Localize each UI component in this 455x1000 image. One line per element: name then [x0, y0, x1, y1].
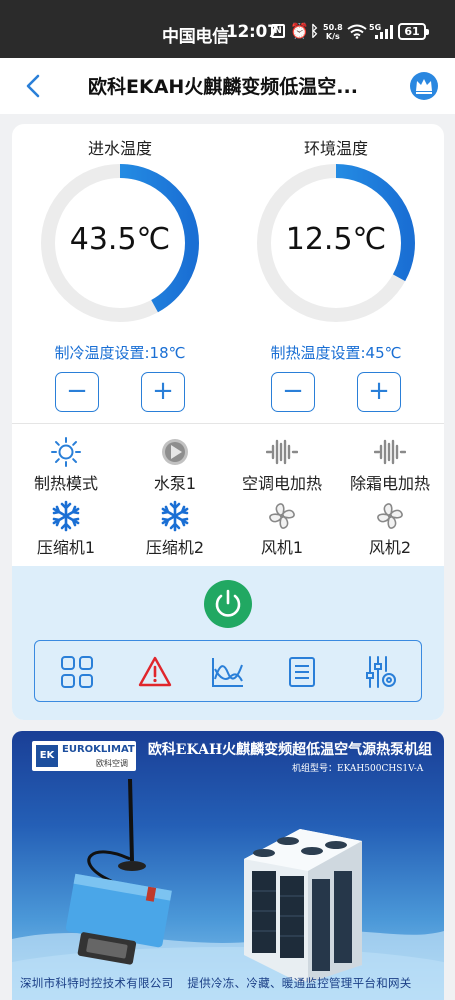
- snowflake-icon: [52, 500, 80, 532]
- bluetooth-icon: ᛒ: [310, 22, 320, 40]
- alarm-icon[interactable]: [137, 655, 173, 689]
- banner-footer: 深圳市科特时控技术有限公司 提供冷冻、冷藏、暖通监控管理平台和网关: [20, 975, 440, 991]
- banner-title: 欧科EKAH火麒麟变频超低温空气源热泵机组: [147, 742, 433, 758]
- euroklimat-logo: EK EUROKLIMAT 欧科空调: [32, 741, 136, 771]
- status-fan-1: 风机1: [232, 500, 332, 558]
- cooling-setpoint-increase-button[interactable]: +: [141, 372, 185, 412]
- grid-icon[interactable]: [59, 655, 95, 689]
- status-label: 制热模式: [33, 474, 98, 493]
- status-defrost-electric-heater: 除霜电加热: [340, 436, 440, 494]
- battery-level: 61: [404, 25, 420, 38]
- heater-icon: [266, 439, 298, 465]
- product-banner: EK EUROKLIMAT 欧科空调 欧科EKAH火麒麟变频超低温空气源热泵机组…: [12, 731, 444, 1000]
- heater-icon: [374, 439, 406, 465]
- logo-brand: EUROKLIMAT: [62, 744, 135, 755]
- nfc-icon: N: [271, 24, 285, 38]
- service-description: 提供冷冻、冷藏、暖通监控管理平台和网关: [187, 976, 412, 990]
- fan-icon: [377, 503, 403, 529]
- back-arrow-icon[interactable]: [22, 72, 46, 100]
- status-fan-2: 风机2: [340, 500, 440, 558]
- banner-model: 机组型号：EKAH500CHS1V-A: [292, 764, 424, 774]
- page-title: 欧科EKAH火麒麟变频低温空...: [88, 76, 358, 98]
- sun-icon: [51, 437, 81, 467]
- battery-icon: 61: [398, 23, 429, 40]
- status-label: 压缩机2: [145, 538, 205, 557]
- net-speed: 50.8 K/s: [323, 23, 343, 41]
- signal-strength-icon: [375, 25, 393, 39]
- inlet-water-temp-value: 43.5℃: [69, 222, 171, 257]
- system-status-bar: 中国电信 12:07 N ⏰ ᛒ 50.8 K/s 5G 61: [0, 0, 455, 58]
- status-heating-mode: 制热模式: [16, 436, 116, 494]
- status-label: 水泵1: [153, 474, 197, 493]
- pump-icon: [162, 439, 188, 465]
- status-compressor-2: 压缩机2: [125, 500, 225, 558]
- net-speed-unit: K/s: [325, 32, 340, 41]
- logo-mark: EK: [36, 745, 58, 767]
- heating-setpoint-decrease-button[interactable]: −: [271, 372, 315, 412]
- cooling-setpoint-label: 制冷温度设置:18℃: [54, 344, 186, 362]
- status-ac-electric-heater: 空调电加热: [232, 436, 332, 494]
- navigation-bar: 欧科EKAH火麒麟变频低温空...: [0, 58, 455, 114]
- status-label: 压缩机1: [36, 538, 96, 557]
- status-label: 风机1: [260, 538, 304, 557]
- power-icon: [215, 589, 241, 617]
- status-compressor-1: 压缩机1: [16, 500, 116, 558]
- company-name: 深圳市科特时控技术有限公司: [20, 976, 174, 990]
- net-speed-value: 50.8: [323, 23, 343, 32]
- wifi-icon: [347, 24, 367, 39]
- carrier-label: 中国电信: [162, 27, 229, 47]
- status-label: 空调电加热: [241, 474, 322, 493]
- curve-chart-icon[interactable]: [210, 655, 246, 689]
- power-button[interactable]: [204, 580, 252, 628]
- fan-icon: [269, 503, 295, 529]
- status-label: 除霜电加热: [349, 474, 430, 493]
- ambient-temp-value: 12.5℃: [285, 222, 387, 257]
- cooling-setpoint-decrease-button[interactable]: −: [55, 372, 99, 412]
- status-label: 风机2: [368, 538, 412, 557]
- list-icon[interactable]: [284, 655, 320, 689]
- heating-setpoint-increase-button[interactable]: +: [357, 372, 401, 412]
- status-pump-1: 水泵1: [125, 436, 225, 494]
- inlet-water-temp-label: 进水温度: [87, 139, 152, 158]
- ambient-temp-label: 环境温度: [303, 139, 368, 158]
- vip-crown-icon[interactable]: [409, 71, 439, 101]
- alarm-clock-icon: ⏰: [290, 22, 309, 40]
- logo-brand-cn: 欧科空调: [96, 759, 128, 768]
- section-divider: [12, 423, 444, 424]
- heating-setpoint-label: 制热温度设置:45℃: [270, 344, 402, 362]
- snowflake-icon: [161, 500, 189, 532]
- settings-sliders-icon[interactable]: [362, 655, 398, 689]
